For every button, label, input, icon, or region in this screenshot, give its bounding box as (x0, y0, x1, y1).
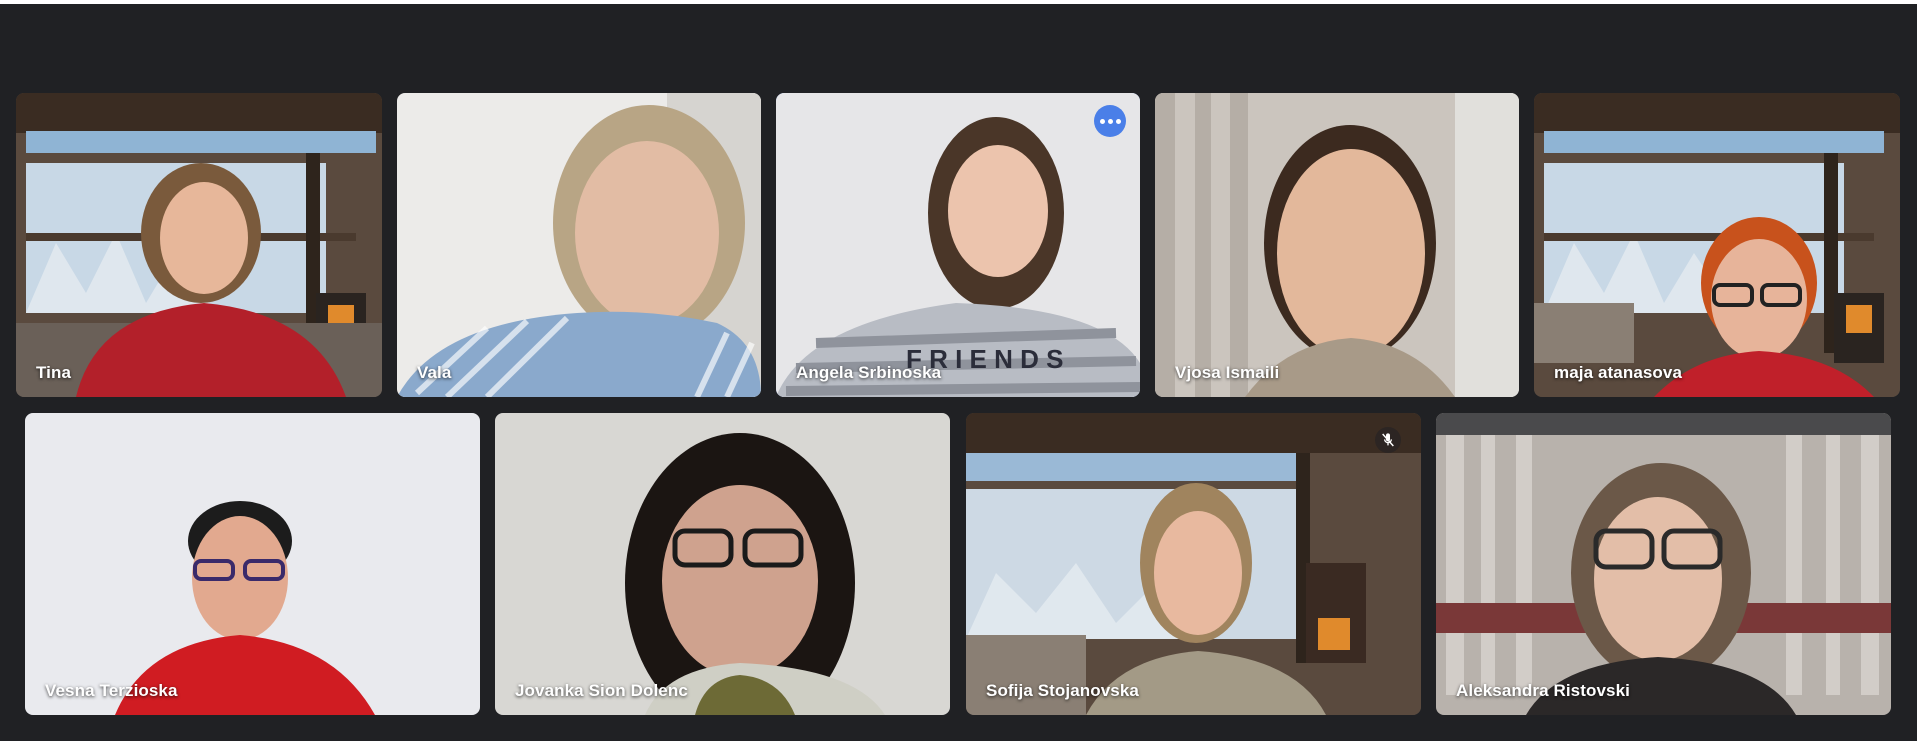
cabin-video-scene (1534, 93, 1900, 397)
plain-wall-video-scene (495, 413, 950, 715)
participant-tile-vjosa[interactable]: Vjosa Ismaili (1155, 93, 1519, 397)
more-horizontal-icon (1099, 118, 1105, 124)
participant-name: maja atanasova (1554, 363, 1683, 382)
video-feed: F R I E N D S (776, 93, 1140, 397)
participant-name: Aleksandra Ristovski (1456, 681, 1630, 700)
plain-wall-video-scene (25, 413, 480, 715)
video-feed (25, 413, 480, 715)
video-feed (495, 413, 950, 715)
participant-tile-tina[interactable]: Tina (16, 93, 382, 397)
video-feed (16, 93, 382, 397)
participant-name: Tina (36, 363, 72, 382)
participant-name: Vala (417, 363, 452, 382)
participant-tile-vesna[interactable]: Vesna Terzioska (25, 413, 480, 715)
participant-name: Sofija Stojanovska (986, 681, 1139, 700)
participant-name: Vjosa Ismaili (1175, 363, 1280, 382)
participant-name: Vesna Terzioska (45, 681, 178, 700)
participant-tile-vala[interactable]: Vala (397, 93, 761, 397)
participant-tile-angela[interactable]: F R I E N D S Angela Srbinoska (776, 93, 1140, 397)
video-feed (966, 413, 1421, 715)
video-feed (1155, 93, 1519, 397)
participant-name: Jovanka Sion Dolenc (515, 681, 688, 700)
more-horizontal-icon-dot (1107, 118, 1113, 124)
curtain-video-scene (1155, 93, 1519, 397)
plain-wall-video-scene: F R I E N D S (776, 93, 1140, 397)
mic-off-icon (1375, 427, 1401, 453)
participant-name: Angela Srbinoska (796, 363, 942, 382)
curtain-video-scene (1436, 413, 1891, 715)
more-horizontal-icon-dot (1115, 118, 1121, 124)
participant-tile-aleksandra[interactable]: Aleksandra Ristovski (1436, 413, 1891, 715)
video-feed (1436, 413, 1891, 715)
participant-tile-sofija[interactable]: Sofija Stojanovska (966, 413, 1421, 715)
participant-tile-jovanka[interactable]: Jovanka Sion Dolenc (495, 413, 950, 715)
video-feed (1534, 93, 1900, 397)
mic-off-glyph (1382, 433, 1394, 447)
participant-tile-maja[interactable]: maja atanasova (1534, 93, 1900, 397)
cabin-video-scene (16, 93, 382, 397)
more-options-button[interactable] (1094, 105, 1126, 137)
plain-wall-video-scene (397, 93, 761, 397)
video-feed (397, 93, 761, 397)
cabin-video-scene (966, 413, 1421, 715)
meet-stage: Tina Vala F R I E N D S Angela Srbinoska… (0, 4, 1917, 741)
